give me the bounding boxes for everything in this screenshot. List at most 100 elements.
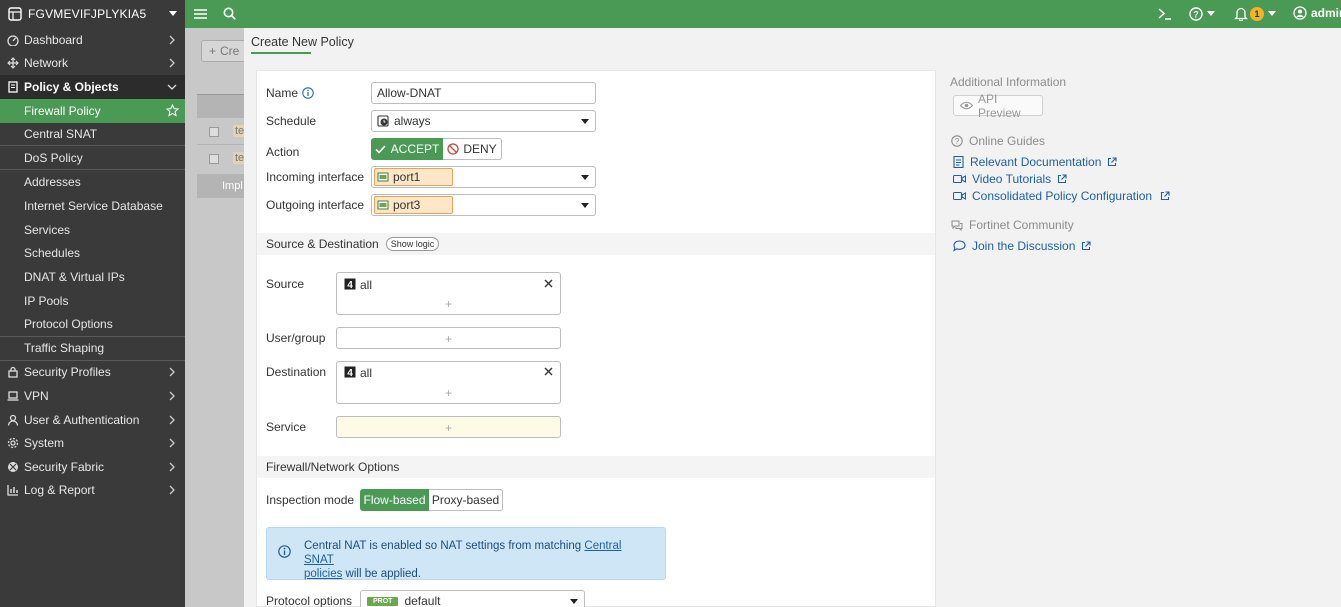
external-link-icon (1081, 241, 1091, 251)
close-icon[interactable] (544, 279, 553, 288)
video-tutorials-link[interactable]: Video Tutorials (953, 172, 1067, 186)
sidebar-item-system[interactable]: System (0, 431, 185, 455)
add-source-icon[interactable]: + (445, 297, 452, 311)
relevant-documentation-label: Relevant Documentation (970, 155, 1102, 169)
online-guides-title: ? Online Guides (951, 134, 1045, 148)
accept-label: ACCEPT (390, 142, 440, 156)
usergroup-field[interactable]: + (336, 327, 561, 349)
sidebar-sub-label: Schedules (24, 246, 81, 261)
add-destination-icon[interactable]: + (445, 386, 452, 400)
sidebar-item-label: System (24, 436, 65, 451)
clock-icon (377, 115, 389, 127)
dialog-title-underline (251, 52, 311, 54)
help-menu[interactable]: ? (1189, 7, 1215, 21)
fabric-icon (6, 460, 20, 474)
action-deny-button[interactable]: DENY (443, 138, 502, 160)
api-preview-button[interactable]: API Preview (953, 92, 1043, 120)
sidebar-item-security-fabric[interactable]: Security Fabric (0, 455, 185, 479)
chevron-down-icon (167, 82, 177, 92)
sidebar-item-label: Network (24, 56, 69, 71)
sidebar-sub-firewall-policy[interactable]: Firewall Policy (0, 98, 185, 123)
star-icon[interactable] (166, 104, 179, 117)
name-label: Name (266, 86, 314, 100)
chevron-right-icon (167, 367, 177, 377)
sidebar-sub-addresses[interactable]: Addresses (0, 170, 185, 194)
sidebar-sub-traffic-shaping[interactable]: Traffic Shaping (0, 337, 185, 361)
action-accept-button[interactable]: ACCEPT (371, 138, 443, 160)
notification-count-badge: 1 (1250, 6, 1264, 21)
destination-field[interactable]: 4 all + (336, 361, 561, 404)
name-input[interactable]: Allow-DNAT (371, 82, 596, 104)
sidebar-header[interactable]: FGVMEVIFJPLYKIA5 (0, 0, 185, 28)
outgoing-interface-label: Outgoing interface (266, 198, 365, 212)
protocol-badge: PROT (367, 596, 399, 606)
sidebar-sub-protocol-options[interactable]: Protocol Options (0, 313, 185, 337)
sidebar-item-log-report[interactable]: Log & Report (0, 479, 185, 503)
eye-icon (960, 101, 973, 110)
sidebar-item-policy-objects[interactable]: Policy & Objects (0, 75, 185, 99)
user-menu[interactable]: admin (1293, 6, 1341, 20)
background-policy-list: + Cre te te Impl (185, 28, 257, 607)
sidebar-sub-internet-service-database[interactable]: Internet Service Database (0, 194, 185, 218)
info-icon[interactable] (302, 87, 314, 99)
outgoing-interface-select[interactable]: port3 (371, 194, 596, 216)
sidebar-sub-dos-policy[interactable]: DoS Policy (0, 146, 185, 171)
sidebar-item-vpn[interactable]: VPN (0, 384, 185, 408)
sidebar-sub-label: Traffic Shaping (24, 341, 105, 356)
sidebar-item-security-profiles[interactable]: Security Profiles (0, 361, 185, 385)
service-label: Service (266, 420, 307, 434)
inspection-proxy-button[interactable]: Proxy-based (429, 489, 503, 511)
incoming-interface-value: port1 (393, 170, 421, 184)
sidebar-sub-central-snat[interactable]: Central SNAT (0, 123, 185, 147)
outgoing-interface-value: port3 (393, 198, 421, 212)
sidebar-sub-dnat-virtual-ips[interactable]: DNAT & Virtual IPs (0, 265, 185, 289)
online-guides-label: Online Guides (969, 134, 1046, 148)
sidebar-item-dashboard[interactable]: Dashboard (0, 28, 185, 52)
external-link-icon (1160, 191, 1170, 201)
search-icon[interactable] (223, 7, 236, 20)
add-service-icon[interactable]: + (445, 421, 452, 435)
chevron-down-icon (570, 599, 578, 604)
sidebar-sub-ip-pools[interactable]: IP Pools (0, 289, 185, 313)
central-nat-info-text: Central NAT is enabled so NAT settings f… (304, 539, 654, 581)
usergroup-label: User/group (266, 331, 326, 345)
name-input-value: Allow-DNAT (377, 86, 442, 100)
central-snat-policies-link[interactable]: policies (304, 568, 342, 580)
schedule-value: always (394, 114, 431, 128)
sidebar-item-user-authentication[interactable]: User & Authentication (0, 408, 185, 432)
flow-based-label: Flow-based (363, 493, 426, 507)
cli-console-icon[interactable] (1158, 8, 1172, 20)
chevron-right-icon (167, 58, 177, 68)
sidebar-item-label: Dashboard (24, 32, 83, 47)
source-field[interactable]: 4 all + (336, 272, 561, 315)
address-all-icon: 4 (344, 278, 356, 290)
hamburger-menu-icon[interactable] (194, 8, 207, 20)
sidebar-sub-schedules[interactable]: Schedules (0, 242, 185, 266)
chevron-right-icon (167, 391, 177, 401)
service-field[interactable]: + (336, 416, 561, 438)
sidebar-item-network[interactable]: Network (0, 52, 185, 76)
sidebar-sub-label: Addresses (24, 175, 81, 190)
protocol-options-select[interactable]: PROT default (360, 590, 585, 607)
join-discussion-link[interactable]: Join the Discussion (953, 239, 1091, 253)
consolidated-policy-link[interactable]: Consolidated Policy Configuration (953, 189, 1170, 203)
app-root: FGVMEVIFJPLYKIA5 Dashboard Network Polic… (0, 0, 1341, 607)
name-label-text: Name (266, 86, 299, 100)
dashboard-icon (6, 33, 20, 47)
sidebar-sub-label: Protocol Options (24, 317, 113, 332)
add-usergroup-icon[interactable]: + (445, 332, 452, 346)
sidebar-sub-label: DNAT & Virtual IPs (24, 270, 125, 285)
video-tutorials-label: Video Tutorials (972, 172, 1052, 186)
external-link-icon (1057, 174, 1067, 184)
relevant-documentation-link[interactable]: Relevant Documentation (953, 155, 1117, 169)
sidebar-item-label: Log & Report (24, 483, 95, 498)
sidebar-sub-services[interactable]: Services (0, 218, 185, 242)
schedule-select[interactable]: always (371, 110, 596, 132)
close-icon[interactable] (544, 367, 553, 376)
incoming-interface-select[interactable]: port1 (371, 166, 596, 188)
show-logic-button[interactable]: Show logic (385, 237, 440, 251)
notifications-menu[interactable]: 1 (1234, 6, 1276, 21)
inspection-flow-button[interactable]: Flow-based (360, 489, 429, 511)
comment-icon (953, 240, 966, 252)
device-menu-caret-icon[interactable] (169, 11, 177, 17)
